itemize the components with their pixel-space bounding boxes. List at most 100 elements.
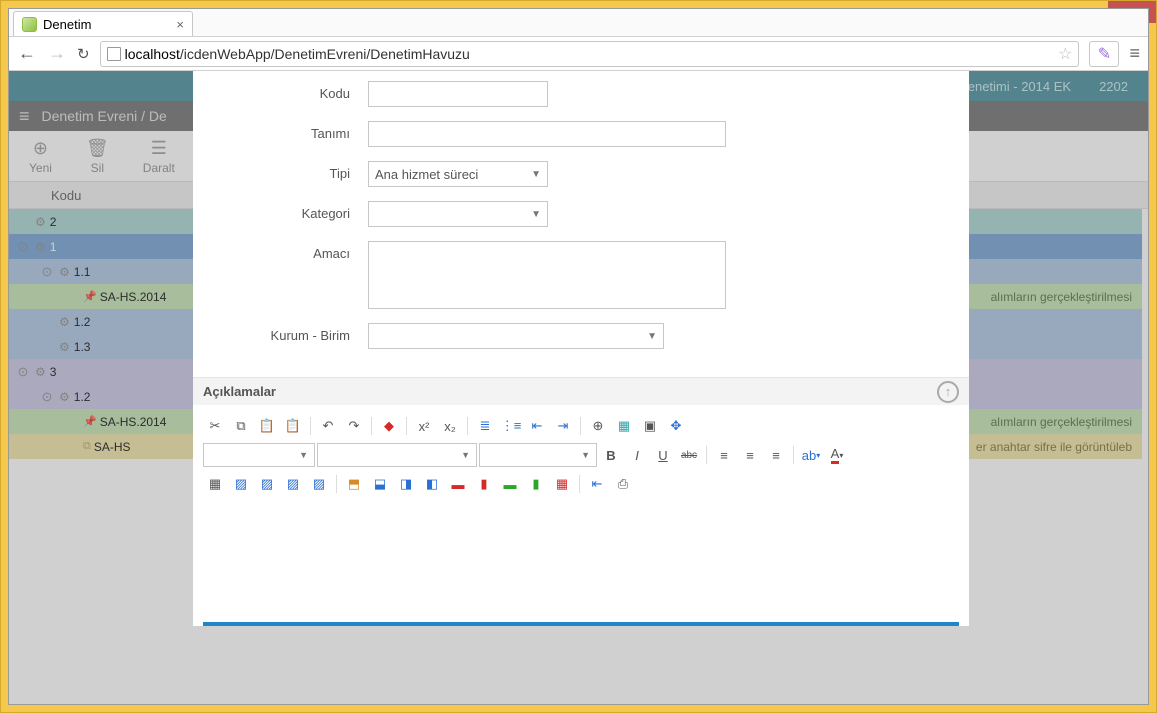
undo-icon[interactable]: ↶	[316, 415, 340, 437]
row-code: 1.2	[74, 390, 91, 404]
indent-icon[interactable]: ⇥	[551, 415, 575, 437]
delete-button[interactable]: 🗑Sil	[86, 138, 109, 175]
table-edit4-icon[interactable]: ▨	[307, 473, 331, 495]
browser-tab[interactable]: Denetim ×	[13, 11, 193, 36]
align-center-icon[interactable]: ≡	[738, 444, 762, 466]
list-icon: ☰	[151, 138, 167, 159]
col-insert-icon[interactable]: ◨	[394, 473, 418, 495]
row-insert-icon[interactable]: ⬒	[342, 473, 366, 495]
size-select[interactable]: ▼	[479, 443, 597, 467]
cell-merge-icon[interactable]: ▬	[498, 473, 522, 495]
row-code: SA-HS	[94, 440, 131, 454]
copy-icon[interactable]: ⧉	[229, 415, 253, 437]
browser-tab-strip: Denetim ×	[9, 9, 1148, 37]
font-select[interactable]: ▼	[317, 443, 477, 467]
row-code: 1.2	[74, 315, 91, 329]
menu-icon[interactable]: ≡	[1129, 43, 1140, 64]
label-tanimi: Tanımı	[223, 121, 368, 141]
breadcrumb: Denetim Evreni / De	[42, 108, 167, 124]
table-edit2-icon[interactable]: ▨	[255, 473, 279, 495]
expand-icon[interactable]: ⊙	[35, 389, 59, 405]
page-icon	[107, 47, 121, 61]
strike-button[interactable]: abc	[677, 444, 701, 466]
bookmark-icon[interactable]: ☆	[1058, 44, 1072, 64]
cut-icon[interactable]: ✂	[203, 415, 227, 437]
anchor-icon[interactable]: ✥	[664, 415, 688, 437]
collapse-button[interactable]: ☰Daralt	[143, 138, 175, 175]
row-delete-icon[interactable]: ▬	[446, 473, 470, 495]
ordered-list-icon[interactable]: ≣	[473, 415, 497, 437]
kurum-select[interactable]: ▼	[368, 323, 664, 349]
expand-icon[interactable]: ⊙	[35, 264, 59, 280]
format-select[interactable]: ▼	[203, 443, 315, 467]
bold-button[interactable]: B	[599, 444, 623, 466]
subscript-icon[interactable]: x₂	[438, 415, 462, 437]
table-edit-icon[interactable]: ▨	[229, 473, 253, 495]
col-delete-icon[interactable]: ▮	[472, 473, 496, 495]
table-props-icon[interactable]: ⎙	[611, 473, 635, 495]
caret-down-icon: ▼	[531, 209, 541, 220]
table-delete-icon[interactable]: ▦	[550, 473, 574, 495]
row-code: 1.3	[74, 340, 91, 354]
amaci-textarea[interactable]	[368, 241, 726, 309]
outdent-icon[interactable]: ⇤	[525, 415, 549, 437]
highlight-icon[interactable]: ab▾	[799, 444, 823, 466]
hamburger-icon[interactable]: ≡	[19, 106, 30, 127]
gear-icon: ⚙	[35, 240, 46, 254]
link-icon[interactable]: ⊕	[586, 415, 610, 437]
gear-icon: ⚙	[35, 365, 46, 379]
col-insert2-icon[interactable]: ◧	[420, 473, 444, 495]
expand-icon[interactable]: ⊙	[11, 364, 35, 380]
label-kategori: Kategori	[223, 201, 368, 221]
table-icon[interactable]: ▦	[203, 473, 227, 495]
tab-title: Denetim	[43, 17, 91, 32]
kodu-input[interactable]	[368, 81, 548, 107]
tanimi-input[interactable]	[368, 121, 726, 147]
underline-button[interactable]: U	[651, 444, 675, 466]
align-left-icon[interactable]: ≡	[712, 444, 736, 466]
superscript-icon[interactable]: x²	[412, 415, 436, 437]
paste-icon[interactable]: 📋	[255, 415, 279, 437]
italic-button[interactable]: I	[625, 444, 649, 466]
media-icon[interactable]: ▣	[638, 415, 662, 437]
unordered-list-icon[interactable]: ⋮≡	[499, 415, 523, 437]
row-insert2-icon[interactable]: ⬓	[368, 473, 392, 495]
paste-special-icon[interactable]: 📋	[281, 415, 305, 437]
font-color-icon[interactable]: A▾	[825, 444, 849, 466]
row-code: 3	[50, 365, 57, 379]
reload-button[interactable]: ↻	[77, 45, 90, 63]
gear-icon: ⚙	[59, 265, 70, 279]
editor-content[interactable]	[203, 503, 959, 626]
tipi-select[interactable]: Ana hizmet süreci ▼	[368, 161, 548, 187]
new-button[interactable]: ⊕Yeni	[29, 138, 52, 175]
cell-split-icon[interactable]: ▮	[524, 473, 548, 495]
expand-icon[interactable]: ⊙	[11, 239, 35, 255]
row-code: 2	[50, 215, 57, 229]
align-right-icon[interactable]: ≡	[764, 444, 788, 466]
tab-close-icon[interactable]: ×	[176, 17, 184, 32]
extension-button[interactable]: ✎	[1089, 41, 1119, 67]
forward-button[interactable]: →	[47, 43, 67, 64]
feather-icon: ✎	[1098, 44, 1111, 64]
row-code: 1	[50, 240, 57, 254]
pin-icon: 📌	[83, 415, 97, 428]
kategori-select[interactable]: ▼	[368, 201, 548, 227]
row-code: SA-HS.2014	[100, 415, 167, 429]
label-amaci: Amacı	[223, 241, 368, 261]
label-kurum: Kurum - Birim	[223, 323, 368, 343]
pin-icon: 📌	[83, 290, 97, 303]
table-back-icon[interactable]: ⇤	[585, 473, 609, 495]
row-code: SA-HS.2014	[100, 290, 167, 304]
duplicate-icon: ⧉	[83, 440, 91, 453]
redo-icon[interactable]: ↷	[342, 415, 366, 437]
gear-icon: ⚙	[59, 340, 70, 354]
image-icon[interactable]: ▦	[612, 415, 636, 437]
trash-icon: 🗑	[86, 138, 109, 159]
clear-format-icon[interactable]: ◆	[377, 415, 401, 437]
back-button[interactable]: ←	[17, 43, 37, 64]
collapse-section-icon[interactable]: ↑	[937, 381, 959, 403]
table-edit3-icon[interactable]: ▨	[281, 473, 305, 495]
address-bar[interactable]: localhost/icdenWebApp/DenetimEvreni/Dene…	[100, 41, 1080, 67]
browser-toolbar: ← → ↻ localhost/icdenWebApp/DenetimEvren…	[9, 37, 1148, 71]
caret-down-icon: ▼	[531, 169, 541, 180]
